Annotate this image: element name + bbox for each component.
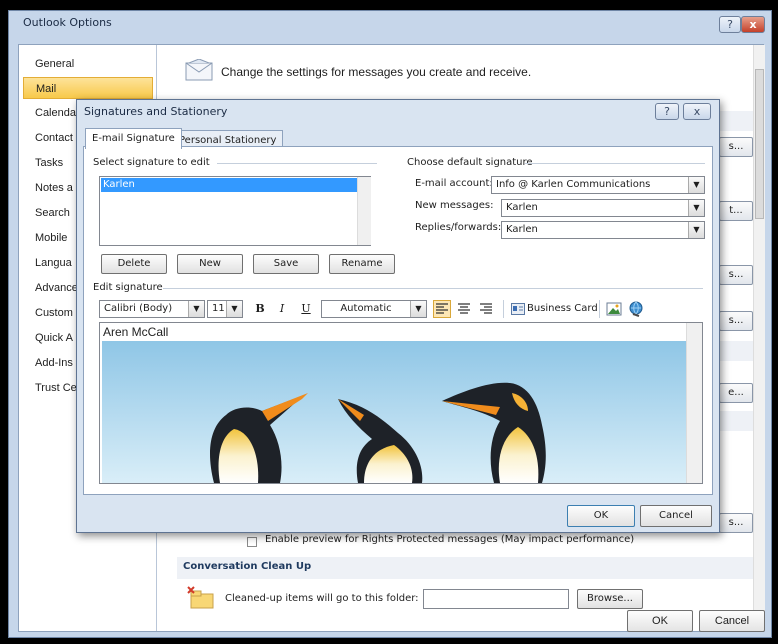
chevron-down-icon: ▼ — [410, 301, 426, 317]
signatures-dialog: Signatures and Stationery ? x E-mail Sig… — [76, 99, 720, 533]
rename-button[interactable]: Rename — [329, 254, 395, 274]
folder-cleanup-icon — [187, 586, 214, 609]
dialog-ok-button[interactable]: OK — [567, 505, 635, 527]
dialog-close-button[interactable]: x — [683, 103, 711, 120]
align-right-icon[interactable] — [477, 300, 495, 318]
signature-list-item[interactable]: Karlen — [101, 178, 357, 192]
font-color-select[interactable]: Automatic ▼ — [321, 300, 427, 318]
new-messages-select[interactable]: Karlen ▼ — [501, 199, 705, 217]
email-account-select[interactable]: Info @ Karlen Communications ▼ — [491, 176, 705, 194]
business-card-button[interactable]: Business Card — [527, 303, 598, 314]
mail-header-text: Change the settings for messages you cre… — [221, 65, 532, 79]
default-signature-label: Choose default signature — [407, 157, 533, 168]
outer-cancel-button[interactable]: Cancel — [699, 610, 765, 632]
email-account-value: Info @ Karlen Communications — [496, 179, 651, 190]
outer-ok-button[interactable]: OK — [627, 610, 693, 632]
section-conversation-title: Conversation Clean Up — [183, 561, 312, 572]
font-size-select[interactable]: 11 ▼ — [207, 300, 243, 318]
close-button[interactable]: x — [741, 16, 765, 33]
italic-button[interactable]: I — [273, 300, 291, 318]
new-messages-label: New messages: — [415, 200, 494, 211]
replies-label: Replies/forwards: — [415, 222, 502, 233]
title-bar: Outlook Options ? x — [9, 11, 771, 35]
font-value: Calibri (Body) — [104, 303, 173, 314]
edit-signature-label: Edit signature — [93, 282, 163, 293]
email-account-label: E-mail account: — [415, 178, 493, 189]
font-size-value: 11 — [212, 303, 225, 314]
select-signature-label: Select signature to edit — [93, 157, 210, 168]
underline-button[interactable]: U — [297, 300, 315, 318]
font-color-value: Automatic — [340, 303, 392, 314]
chevron-down-icon: ▼ — [188, 301, 204, 317]
dialog-help-button[interactable]: ? — [655, 103, 679, 120]
reading-pane-button[interactable]: e... — [719, 383, 753, 403]
spelling-button[interactable]: s... — [719, 311, 753, 331]
business-card-icon — [511, 303, 525, 315]
bold-button[interactable]: B — [251, 300, 269, 318]
group-divider — [163, 288, 703, 289]
save-button[interactable]: Save — [253, 254, 319, 274]
replies-value: Karlen — [506, 224, 538, 235]
help-button[interactable]: ? — [719, 16, 741, 33]
pane-scrollbar[interactable] — [753, 45, 765, 631]
new-button[interactable]: New — [177, 254, 243, 274]
insert-picture-icon[interactable] — [605, 300, 623, 318]
cleanup-folder-label: Cleaned-up items will go to this folder: — [225, 593, 419, 604]
chevron-down-icon: ▼ — [226, 301, 242, 317]
window-title: Outlook Options — [23, 16, 112, 29]
rights-preview-label: Enable preview for Rights Protected mess… — [265, 534, 635, 545]
message-arrival-button[interactable]: s... — [719, 513, 753, 533]
align-center-icon[interactable] — [455, 300, 473, 318]
replies-select[interactable]: Karlen ▼ — [501, 221, 705, 239]
envelope-icon — [185, 59, 213, 81]
scrollbar-thumb[interactable] — [755, 69, 764, 219]
nav-item-mail[interactable]: Mail — [23, 77, 153, 99]
tab-email-signature[interactable]: E-mail Signature — [85, 128, 182, 149]
insert-hyperlink-icon[interactable] — [627, 300, 645, 318]
new-messages-value: Karlen — [506, 202, 538, 213]
editor-options-button[interactable]: s... — [719, 137, 753, 157]
chevron-down-icon: ▼ — [688, 222, 704, 238]
delete-button[interactable]: Delete — [101, 254, 167, 274]
chevron-down-icon: ▼ — [688, 200, 704, 216]
group-divider — [525, 163, 705, 164]
toolbar-separator — [599, 300, 600, 318]
signature-text: Aren McCall — [103, 325, 169, 339]
list-scrollbar[interactable] — [357, 177, 371, 245]
cleanup-folder-input[interactable] — [423, 589, 569, 609]
font-select[interactable]: Calibri (Body) ▼ — [99, 300, 205, 318]
toolbar-separator — [503, 300, 504, 318]
nav-item-general[interactable]: General — [23, 53, 153, 75]
signature-editor[interactable]: Aren McCall — [99, 322, 703, 484]
rights-preview-checkbox[interactable] — [247, 537, 257, 547]
editor-scrollbar[interactable] — [686, 323, 702, 483]
dialog-title: Signatures and Stationery — [84, 105, 228, 118]
chevron-down-icon: ▼ — [688, 177, 704, 193]
signature-list[interactable]: Karlen — [99, 176, 371, 246]
section-conversation-bar: Conversation Clean Up — [177, 557, 757, 579]
signatures-button[interactable]: t... — [719, 201, 753, 221]
stationery-button[interactable]: s... — [719, 265, 753, 285]
align-left-icon[interactable] — [433, 300, 451, 318]
penguins-photo — [102, 341, 686, 483]
group-divider — [217, 163, 377, 164]
dialog-cancel-button[interactable]: Cancel — [640, 505, 712, 527]
browse-button[interactable]: Browse... — [577, 589, 643, 609]
